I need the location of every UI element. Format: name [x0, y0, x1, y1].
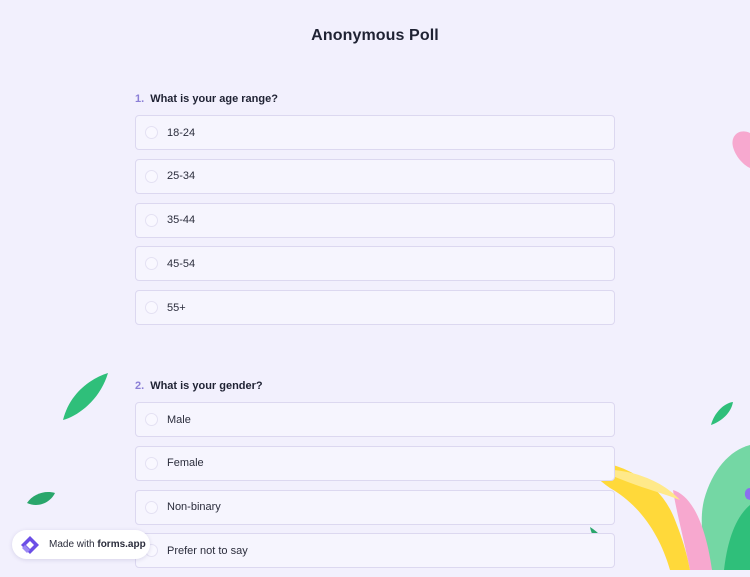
options-list: Male Female Non-binary Prefer not to say [135, 402, 615, 569]
badge-brand: forms.app [97, 539, 146, 550]
question-gender: 2. What is your gender? Male Female Non-… [135, 378, 615, 577]
radio-button[interactable] [145, 413, 158, 426]
option-label: 55+ [167, 301, 186, 314]
radio-button[interactable] [145, 257, 158, 271]
leaf-decoration [711, 402, 733, 425]
option-female[interactable]: Female [135, 445, 615, 481]
radio-button[interactable] [145, 213, 158, 227]
question-text: What is your gender? [150, 380, 263, 392]
option-label: Male [167, 413, 191, 426]
petal-decoration [673, 490, 712, 570]
radio-button[interactable] [145, 456, 158, 470]
option-non-binary[interactable]: Non-binary [135, 489, 615, 525]
leaf-decoration [63, 373, 108, 420]
badge-text: Made with forms.app [49, 539, 146, 550]
question-number: 2. [135, 380, 145, 392]
leaf-decoration [724, 505, 750, 570]
question-age-range: 1. What is your age range? 18-24 25-34 3… [135, 91, 615, 334]
option-35-44[interactable]: 35-44 [135, 202, 615, 238]
option-18-24[interactable]: 18-24 [135, 115, 615, 150]
option-label: Non-binary [167, 501, 221, 514]
option-25-34[interactable]: 25-34 [135, 158, 615, 194]
option-label: 25-34 [167, 170, 196, 183]
badge-prefix: Made with [49, 539, 98, 550]
options-list: 18-24 25-34 35-44 45-54 55+ [135, 115, 615, 326]
option-label: Prefer not to say [167, 544, 248, 557]
option-label: 35-44 [167, 214, 196, 227]
leaf-decoration [701, 445, 750, 570]
radio-button[interactable] [145, 169, 158, 183]
page-title: Anonymous Poll [311, 27, 439, 44]
question-number: 1. [135, 93, 145, 105]
option-prefer-not-to-say[interactable]: Prefer not to say [135, 533, 615, 569]
option-label: 45-54 [167, 257, 196, 270]
question-header: 1. What is your age range? [135, 91, 615, 107]
question-header: 2. What is your gender? [135, 378, 615, 394]
option-label: 18-24 [167, 126, 196, 139]
option-55-plus[interactable]: 55+ [135, 290, 615, 326]
radio-button[interactable] [145, 500, 158, 514]
option-male[interactable]: Male [135, 402, 615, 437]
leaf-decoration [27, 492, 55, 505]
option-label: Female [167, 457, 204, 470]
petal-decoration [744, 488, 750, 500]
option-45-54[interactable]: 45-54 [135, 246, 615, 282]
forms-app-logo-icon [21, 535, 39, 554]
radio-button[interactable] [145, 126, 158, 139]
petal-decoration [732, 131, 750, 168]
made-with-badge[interactable]: Made with forms.app [12, 530, 150, 559]
question-text: What is your age range? [150, 93, 278, 105]
radio-button[interactable] [145, 301, 158, 315]
